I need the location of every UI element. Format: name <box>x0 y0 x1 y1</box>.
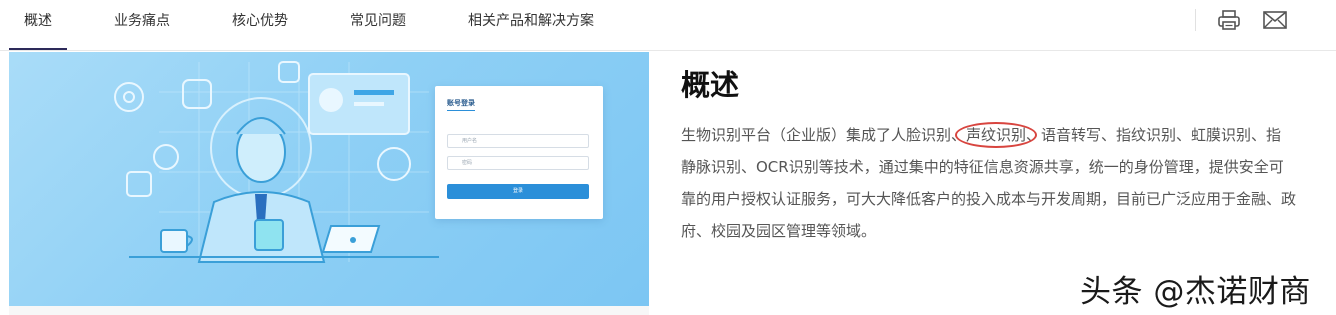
login-card-mockup: 账号登录 用户名 密码 登录 <box>435 86 603 219</box>
nav-divider <box>1195 9 1196 31</box>
tab-overview[interactable]: 概述 <box>24 0 52 51</box>
hero-footer-strip <box>9 306 649 315</box>
overview-text-part1: 生物识别平台（企业版）集成了人脸识别、 <box>681 126 967 144</box>
section-nav: 概述 业务痛点 核心优势 常见问题 相关产品和解决方案 <box>0 0 1336 51</box>
highlighted-term: 声纹识别 <box>955 119 1038 151</box>
overview-paragraph: 生物识别平台（企业版）集成了人脸识别、 声纹识别、语音转写、指纹识别、虹膜识别、指… <box>681 119 1296 247</box>
hero-illustration: 账号登录 用户名 密码 登录 <box>9 52 649 306</box>
overview-heading: 概述 <box>681 68 740 102</box>
login-button-mockup: 登录 <box>447 184 589 199</box>
password-field-mockup: 密码 <box>447 156 589 170</box>
tab-faq[interactable]: 常见问题 <box>350 0 406 51</box>
printer-icon[interactable] <box>1216 8 1242 32</box>
mail-icon[interactable] <box>1262 8 1288 32</box>
watermark: 头条 @杰诺财商 <box>1080 274 1311 310</box>
highlight-circle <box>955 122 1038 148</box>
username-field-mockup: 用户名 <box>447 134 589 148</box>
tab-pain-points[interactable]: 业务痛点 <box>114 0 170 51</box>
tab-related-products[interactable]: 相关产品和解决方案 <box>468 0 594 51</box>
active-tab-indicator <box>9 48 67 50</box>
tab-core-advantages[interactable]: 核心优势 <box>232 0 288 51</box>
login-card-title: 账号登录 <box>447 98 475 111</box>
